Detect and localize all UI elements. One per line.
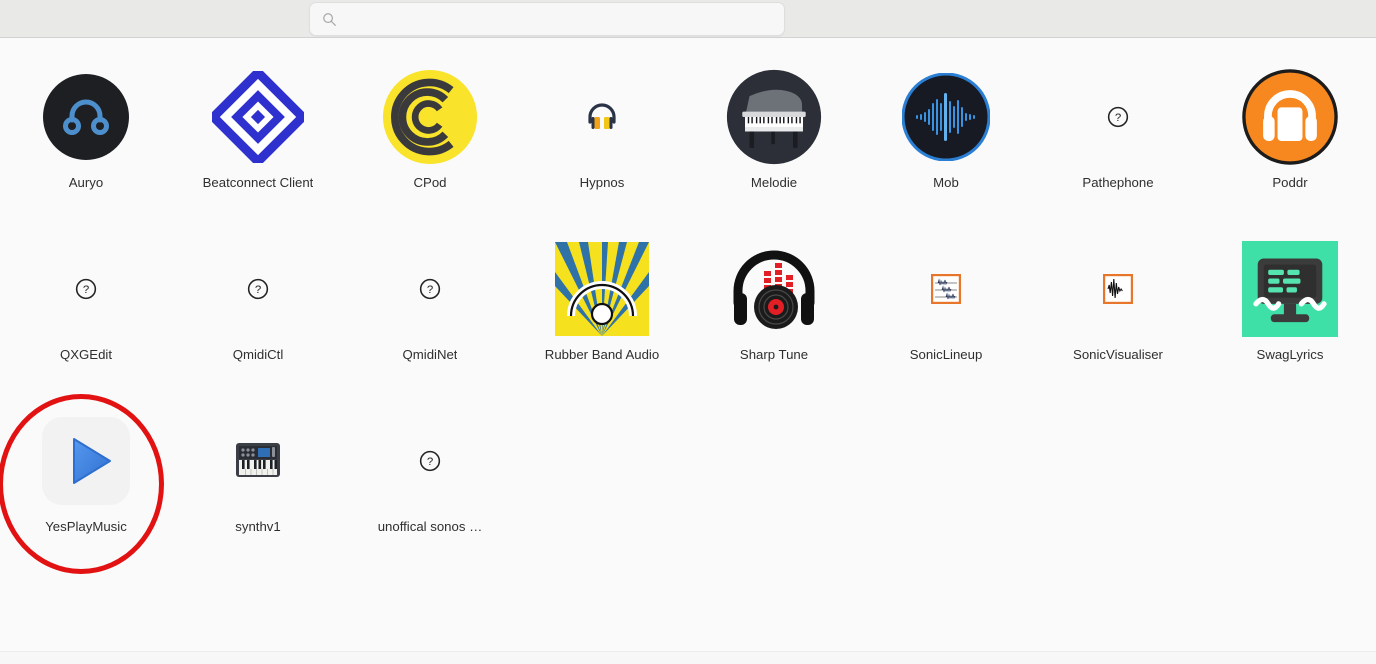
app-item-qmidictl[interactable]: ? QmidiCtl xyxy=(172,229,344,401)
app-item-hypnos[interactable]: Hypnos xyxy=(516,57,688,229)
app-item-auryo[interactable]: Auryo xyxy=(0,57,172,229)
auryo-icon xyxy=(38,69,134,165)
app-label: Poddr xyxy=(1272,175,1308,190)
app-item-unoffical-sonos[interactable]: ? unoffical sonos … xyxy=(344,401,516,573)
top-search-bar xyxy=(0,0,1376,38)
sonicvisualiser-icon xyxy=(1070,241,1166,337)
soniclineup-icon xyxy=(898,241,994,337)
app-grid-empty-slot xyxy=(516,401,688,573)
app-label: Rubber Band Audio xyxy=(544,347,660,362)
poddr-icon xyxy=(1242,69,1338,165)
app-grid-empty-slot xyxy=(1032,401,1204,573)
app-grid-row: ? QXGEdit ? QmidiCtl ? QmidiNet Rubber B… xyxy=(0,229,1376,401)
app-label: SwagLyrics xyxy=(1256,347,1324,362)
app-item-beatconnect-client[interactable]: Beatconnect Client xyxy=(172,57,344,229)
placeholder-question-icon: ? xyxy=(382,413,478,509)
app-label: Beatconnect Client xyxy=(202,175,314,190)
app-label: SonicVisualiser xyxy=(1073,347,1163,362)
search-icon xyxy=(323,12,336,26)
app-item-poddr[interactable]: Poddr xyxy=(1204,57,1376,229)
app-item-rubber-band-audio[interactable]: Rubber Band Audio xyxy=(516,229,688,401)
placeholder-question-icon: ? xyxy=(1070,69,1166,165)
app-label: Auryo xyxy=(68,175,104,190)
app-item-qmidinet[interactable]: ? QmidiNet xyxy=(344,229,516,401)
app-label: QmidiNet xyxy=(402,347,458,362)
app-label: SonicLineup xyxy=(909,347,983,362)
app-item-synthv1[interactable]: synthv1 xyxy=(172,401,344,573)
app-grid-empty-slot xyxy=(860,401,1032,573)
app-grid-empty-slot xyxy=(1204,401,1376,573)
app-grid-empty-slot xyxy=(688,401,860,573)
app-item-sonicvisualiser[interactable]: SonicVisualiser xyxy=(1032,229,1204,401)
svg-text:?: ? xyxy=(427,456,433,468)
app-label: unoffical sonos … xyxy=(377,519,483,534)
app-label: CPod xyxy=(413,175,447,190)
app-label: QmidiCtl xyxy=(232,347,284,362)
app-grid-row: YesPlayMusic synthv1 ? unoffical sonos … xyxy=(0,394,1376,574)
app-label: synthv1 xyxy=(235,519,281,534)
app-item-sharp-tune[interactable]: Sharp Tune xyxy=(688,229,860,401)
application-grid: Auryo Beatconnect Client CPod Hypnos Mel… xyxy=(0,39,1376,651)
placeholder-question-icon: ? xyxy=(382,241,478,337)
hypnos-icon xyxy=(554,69,650,165)
cpod-icon xyxy=(382,69,478,165)
svg-text:?: ? xyxy=(255,284,261,296)
placeholder-question-icon: ? xyxy=(210,241,306,337)
search-field-container[interactable] xyxy=(309,2,785,36)
app-item-melodie[interactable]: Melodie xyxy=(688,57,860,229)
app-label: YesPlayMusic xyxy=(45,519,127,534)
app-item-yesplaymusic[interactable]: YesPlayMusic xyxy=(0,394,172,574)
app-label: QXGEdit xyxy=(59,347,113,362)
sharptune-icon xyxy=(726,241,822,337)
bottom-edge-bar xyxy=(0,651,1376,664)
app-label: Hypnos xyxy=(579,175,625,190)
melodie-icon xyxy=(726,69,822,165)
rubberband-icon xyxy=(554,241,650,337)
app-label: Sharp Tune xyxy=(739,347,809,362)
app-item-pathephone[interactable]: ? Pathephone xyxy=(1032,57,1204,229)
app-label: Melodie xyxy=(750,175,798,190)
yesplaymusic-icon xyxy=(38,413,134,509)
app-item-qxgedit[interactable]: ? QXGEdit xyxy=(0,229,172,401)
app-label: Mob xyxy=(933,175,959,190)
svg-text:?: ? xyxy=(83,284,89,296)
app-item-cpod[interactable]: CPod xyxy=(344,57,516,229)
app-item-swaglyrics[interactable]: SwagLyrics xyxy=(1204,229,1376,401)
app-item-mob[interactable]: Mob xyxy=(860,57,1032,229)
mob-icon xyxy=(898,69,994,165)
app-item-soniclineup[interactable]: SonicLineup xyxy=(860,229,1032,401)
svg-text:?: ? xyxy=(427,284,433,296)
app-grid-row: Auryo Beatconnect Client CPod Hypnos Mel… xyxy=(0,57,1376,229)
app-label: Pathephone xyxy=(1082,175,1154,190)
placeholder-question-icon: ? xyxy=(38,241,134,337)
synthv1-icon xyxy=(210,413,306,509)
swaglyrics-icon xyxy=(1242,241,1338,337)
search-input[interactable] xyxy=(337,11,784,27)
beatconnect-icon xyxy=(210,69,306,165)
svg-text:?: ? xyxy=(1115,112,1121,124)
